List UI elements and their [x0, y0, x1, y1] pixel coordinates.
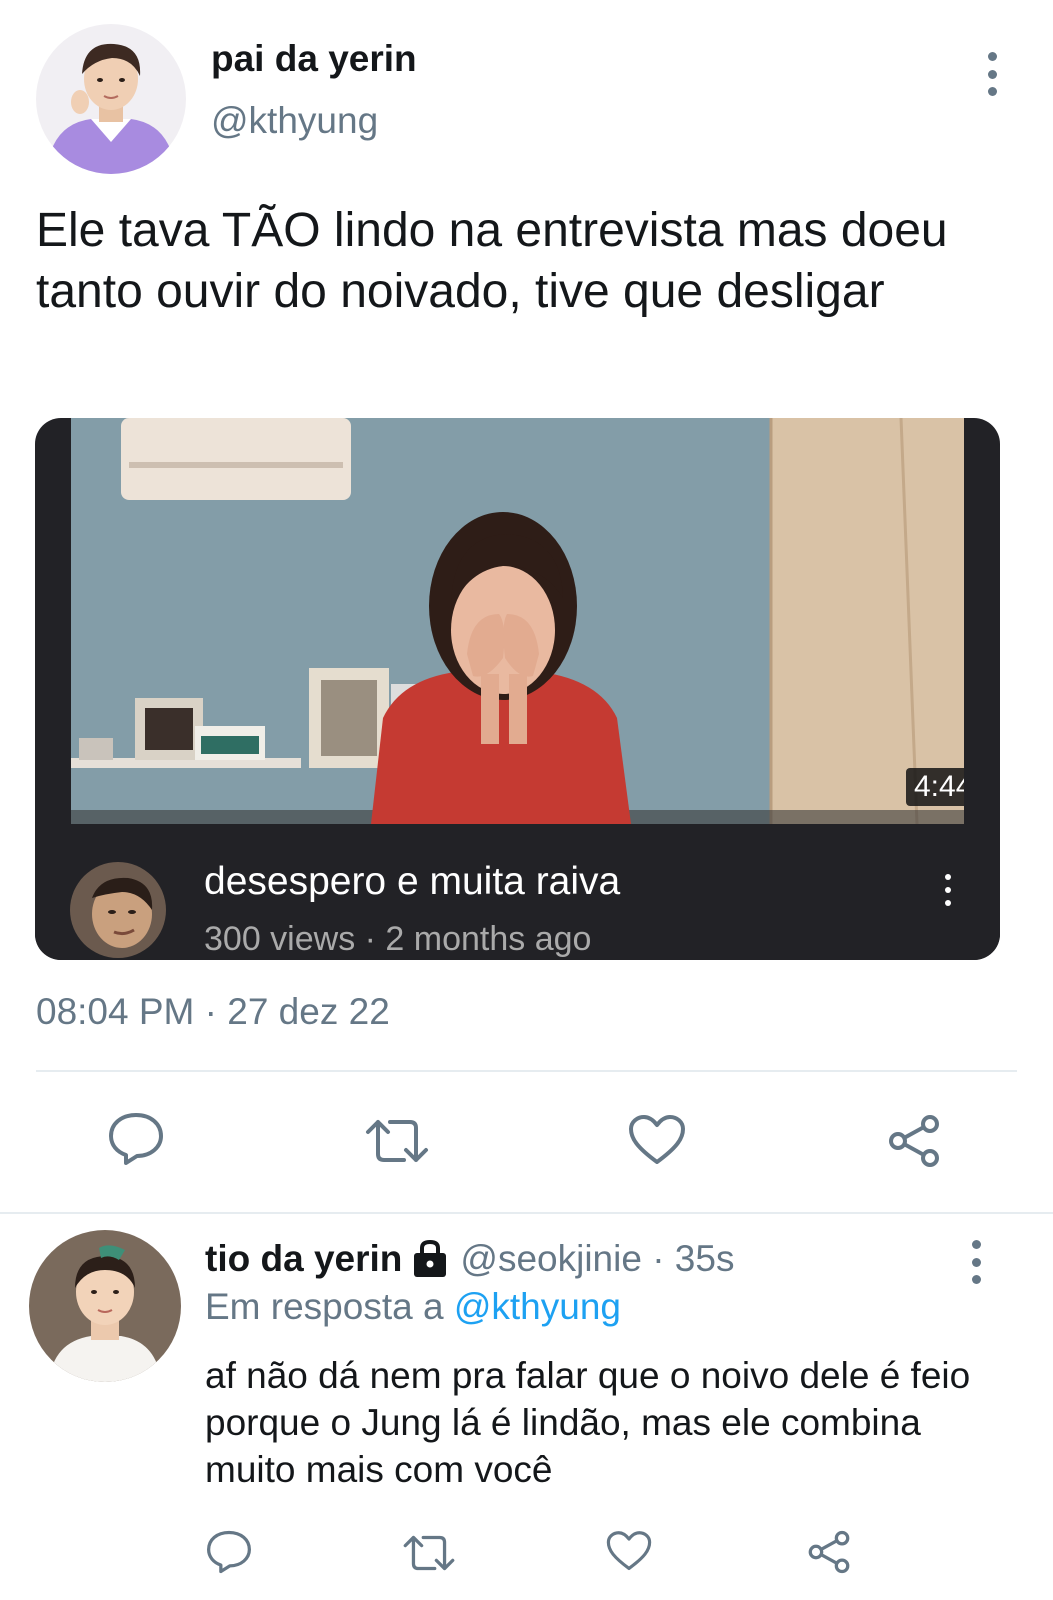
- main-tweet-text: Ele tava TÃO lindo na entrevista mas doe…: [36, 204, 948, 318]
- share-icon[interactable]: [886, 1114, 942, 1168]
- reply-tweet-avatar[interactable]: [29, 1230, 181, 1382]
- video-thumbnail[interactable]: 4:44: [71, 418, 964, 824]
- video-title[interactable]: desespero e muita raiva: [204, 860, 620, 904]
- reply-tweet-handle-time[interactable]: @seokjinie · 35s: [460, 1238, 734, 1280]
- reply-mention-link[interactable]: @kthyung: [454, 1286, 621, 1327]
- reply-tweet-header: tio da yerin @seokjinie · 35s: [205, 1238, 734, 1280]
- video-more-icon[interactable]: [943, 874, 953, 906]
- main-tweet-avatar[interactable]: [36, 24, 186, 174]
- reply-tweet-like-icon[interactable]: [606, 1530, 652, 1572]
- like-icon[interactable]: [628, 1114, 686, 1166]
- main-tweet-more-icon[interactable]: [980, 52, 1004, 96]
- main-tweet-display-name[interactable]: pai da yerin: [211, 38, 417, 80]
- reply-context: Em resposta a @kthyung: [205, 1286, 621, 1328]
- retweet-icon[interactable]: [364, 1118, 430, 1164]
- video-card[interactable]: 4:44 desespero e muita raiva 300 views ·…: [35, 418, 1000, 960]
- video-info-bar: desespero e muita raiva 300 views · 2 mo…: [35, 824, 1000, 960]
- channel-avatar[interactable]: [70, 862, 166, 958]
- reply-tweet-reply-icon[interactable]: [206, 1530, 252, 1574]
- main-tweet-handle[interactable]: @kthyung: [211, 100, 378, 142]
- reply-tweet-display-name[interactable]: tio da yerin: [205, 1238, 402, 1280]
- reply-tweet-text: af não dá nem pra falar que o noivo dele…: [205, 1355, 971, 1490]
- reply-icon[interactable]: [108, 1112, 164, 1166]
- lock-icon: [410, 1239, 450, 1279]
- divider: [36, 1070, 1017, 1072]
- reply-tweet[interactable]: tio da yerin @seokjinie · 35s Em respost…: [0, 1214, 1053, 1600]
- reply-context-label: Em resposta a: [205, 1286, 454, 1327]
- main-tweet-timestamp[interactable]: 08:04 PM · 27 dez 22: [36, 991, 390, 1033]
- main-tweet: pai da yerin @kthyung Ele tava TÃO lindo…: [0, 0, 1053, 1212]
- video-meta: 300 views · 2 months ago: [204, 920, 592, 958]
- reply-tweet-more-icon[interactable]: [964, 1240, 988, 1284]
- video-duration: 4:44: [906, 768, 964, 806]
- reply-tweet-share-icon[interactable]: [806, 1530, 852, 1574]
- reply-tweet-retweet-icon[interactable]: [402, 1534, 456, 1572]
